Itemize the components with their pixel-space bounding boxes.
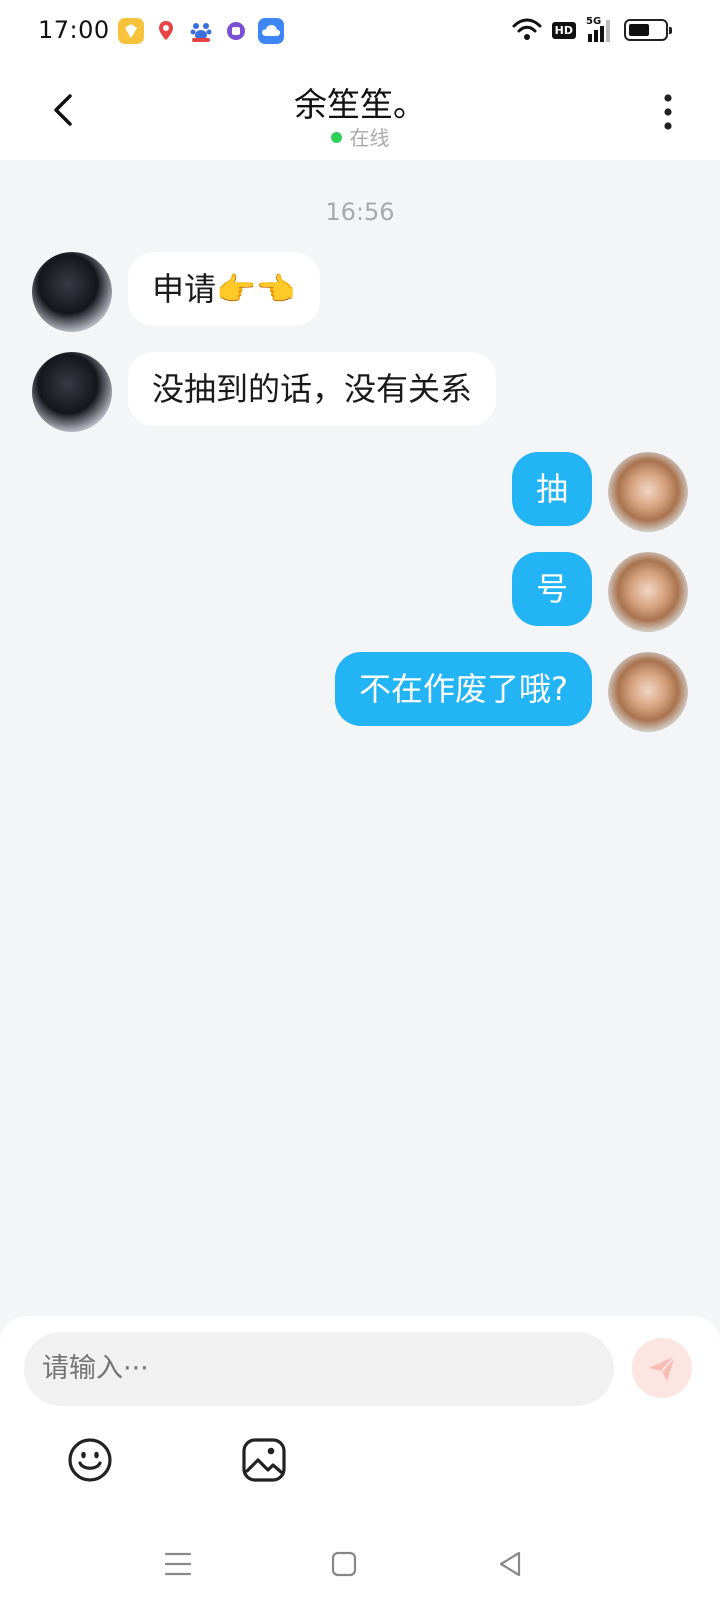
system-nav-bar [0,1538,720,1598]
tasks-app-icon [118,18,144,44]
my-avatar[interactable] [608,452,688,532]
presence-label: 在线 [349,126,390,150]
wifi-icon [512,18,542,40]
send-button[interactable] [632,1338,692,1398]
more-options-button[interactable] [656,92,680,132]
contact-avatar[interactable] [32,352,112,432]
recent-apps-button[interactable] [162,1548,194,1580]
message-bubble-outgoing[interactable]: 抽 [511,452,592,526]
contact-name[interactable]: 余笙笙。 [0,78,720,126]
nav-back-button[interactable] [494,1548,526,1580]
menu-icon [164,1552,192,1576]
chat-header: 余笙笙。 在线 [0,62,720,160]
emoji-icon [68,1438,112,1482]
signal-5g-icon: 5G [586,16,614,42]
status-bar: 17:00 HD 5G [0,0,720,62]
status-right: HD 5G [512,16,672,42]
back-triangle-icon [499,1551,521,1577]
location-pin-icon [153,18,179,44]
my-avatar[interactable] [608,552,688,632]
message-bubble-incoming[interactable]: 没抽到的话，没有关系 [128,352,497,426]
message-bubble-incoming[interactable]: 申请👉👈 [128,252,320,326]
presence-status: 在线 [0,122,720,151]
message-timestamp: 16:56 [325,198,395,226]
my-avatar[interactable] [608,652,688,732]
baidu-paw-icon [188,18,214,44]
contact-avatar[interactable] [32,252,112,332]
image-button[interactable] [240,1436,288,1484]
status-time: 17:00 [38,16,110,44]
message-bubble-outgoing[interactable]: 不在作废了哦? [335,652,592,726]
battery-icon [624,19,672,41]
emoji-button[interactable] [66,1436,114,1484]
notification-icons [118,18,284,44]
battery-fill [629,24,649,36]
home-button[interactable] [328,1548,360,1580]
message-bubble-outgoing[interactable]: 号 [511,552,592,626]
message-input[interactable] [24,1332,614,1406]
chat-app-icon [223,18,249,44]
image-icon [242,1438,286,1482]
hd-badge: HD [551,21,576,39]
home-icon [331,1551,357,1577]
more-vertical-icon [664,94,672,130]
online-dot-icon [330,132,342,143]
paper-plane-icon [649,1355,676,1381]
cloud-app-icon [258,18,284,44]
